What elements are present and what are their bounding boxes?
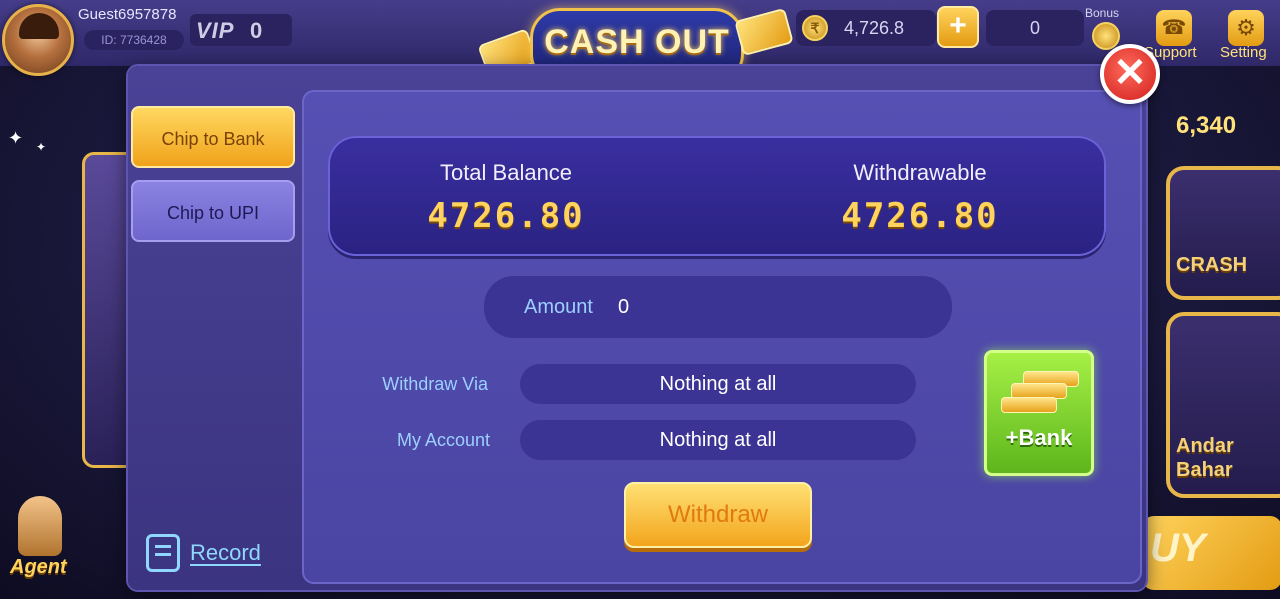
record-icon — [146, 534, 180, 572]
setting-icon[interactable]: ⚙ — [1228, 10, 1264, 46]
vip-label: VIP — [196, 18, 235, 43]
bonus-label: Bonus — [1085, 6, 1120, 20]
total-balance-title: Total Balance — [439, 160, 573, 185]
withdrawable-title: Withdrawable — [853, 160, 987, 185]
support-icon[interactable]: ☎ — [1156, 10, 1192, 46]
sparkle-icon: ✦ — [8, 128, 24, 148]
jackpot-counter: 6,340 — [1176, 112, 1237, 139]
record-button[interactable]: Record — [146, 534, 276, 574]
withdraw-via-select[interactable]: Nothing at all — [520, 364, 916, 404]
cash-out-modal: Chip to Bank Chip to UPI Record Total Ba… — [128, 66, 1146, 590]
withdraw-button[interactable]: Withdraw — [624, 482, 812, 548]
bonus-coin-icon[interactable] — [1092, 22, 1120, 50]
buy-button[interactable]: UY — [1142, 516, 1280, 590]
bank-cards-icon — [1001, 371, 1081, 421]
withdrawable-value: 4726.80 — [841, 196, 999, 236]
game-tile-label: Andar Bahar — [1176, 435, 1234, 481]
game-tile-label: CRASH — [1176, 254, 1248, 276]
coin-balance-box: ₹ 4,726.8 — [796, 10, 936, 46]
total-balance-value: 4726.80 — [427, 196, 585, 236]
tab-chip-to-upi[interactable]: Chip to UPI — [131, 180, 295, 242]
agent-button[interactable]: Agent — [6, 496, 76, 586]
game-tile-andar-bahar[interactable]: Andar Bahar — [1166, 312, 1280, 498]
coin-icon: ₹ — [802, 15, 828, 41]
page-title: CASH OUT — [544, 23, 730, 61]
tab-chip-to-bank[interactable]: Chip to Bank — [131, 106, 295, 168]
vip-level: 0 — [250, 18, 263, 43]
game-tile-crash[interactable]: CRASH — [1166, 166, 1280, 300]
guest-name: Guest6957878 — [78, 6, 177, 23]
avatar[interactable] — [2, 4, 74, 76]
guest-id: ID: 7736428 — [84, 30, 184, 50]
agent-label: Agent — [10, 556, 67, 578]
bonus-value: 0 — [986, 10, 1084, 46]
my-account-label: My Account — [396, 430, 490, 450]
setting-label[interactable]: Setting — [1220, 44, 1267, 61]
balance-card: Total Balance 4726.80 Withdrawable 4726.… — [328, 136, 1106, 256]
agent-icon — [18, 496, 62, 556]
amount-input[interactable] — [618, 290, 918, 324]
my-account-select[interactable]: Nothing at all — [520, 420, 916, 460]
vip-badge[interactable]: VIP 0 — [190, 14, 292, 46]
add-bank-button[interactable]: +Bank — [984, 350, 1094, 476]
amount-field[interactable]: Amount — [484, 276, 952, 338]
bank-card-shape — [1001, 397, 1057, 413]
record-label: Record — [190, 540, 261, 565]
coin-balance: 4,726.8 — [844, 18, 905, 38]
content-panel: Total Balance 4726.80 Withdrawable 4726.… — [302, 90, 1142, 584]
add-bank-label: +Bank — [1005, 425, 1073, 450]
close-icon[interactable]: ✕ — [1100, 44, 1160, 104]
add-coin-button[interactable]: + — [937, 6, 979, 48]
withdraw-via-label: Withdraw Via — [382, 374, 488, 394]
sparkle-icon: ✦ — [36, 140, 47, 154]
amount-label: Amount — [524, 296, 593, 318]
